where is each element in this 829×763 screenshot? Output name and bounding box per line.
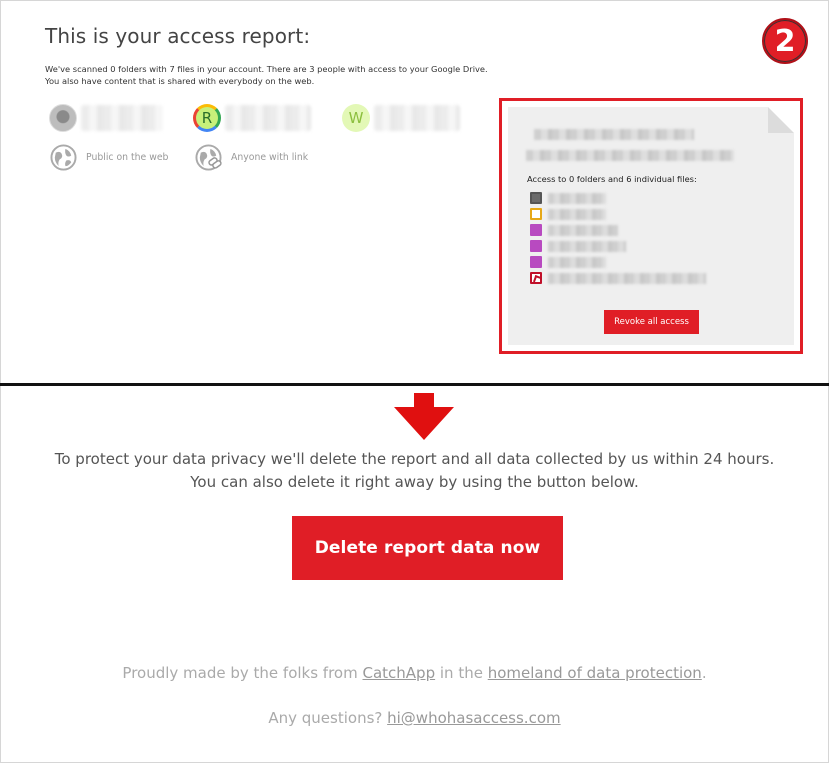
section-divider xyxy=(0,383,829,386)
globe-icon xyxy=(50,144,77,171)
catchapp-link[interactable]: CatchApp xyxy=(363,664,436,682)
slides-icon xyxy=(530,208,542,220)
privacy-notice: To protect your data privacy we'll delet… xyxy=(0,448,829,494)
file-item[interactable] xyxy=(530,240,626,252)
file-name-redacted xyxy=(548,272,706,284)
image-icon xyxy=(530,224,542,236)
file-item[interactable] xyxy=(530,272,706,284)
person-name-redacted xyxy=(81,105,163,131)
homeland-link[interactable]: homeland of data protection xyxy=(488,664,702,682)
file-name-redacted xyxy=(548,224,618,236)
person-name-redacted xyxy=(374,105,460,131)
scan-summary: We've scanned 0 folders with 7 files in … xyxy=(45,63,488,87)
footer-made-prefix: Proudly made by the folks from xyxy=(122,664,363,682)
footer-made-middle: in the xyxy=(435,664,488,682)
file-name-redacted xyxy=(548,256,606,268)
globe-link-icon xyxy=(195,144,222,171)
avatar: R xyxy=(193,104,221,132)
step-badge: 2 xyxy=(762,18,808,64)
avatar: W xyxy=(342,104,370,132)
footer-credits: Proudly made by the folks from CatchApp … xyxy=(0,664,829,682)
footer-made-suffix: . xyxy=(701,664,707,682)
person-item[interactable]: R xyxy=(193,104,311,132)
pdf-icon xyxy=(530,272,542,284)
person-item[interactable]: W xyxy=(342,104,460,132)
file-name-redacted xyxy=(548,240,626,252)
file-item[interactable] xyxy=(530,256,606,268)
page-title: This is your access report: xyxy=(45,24,311,48)
summary-line-2: You also have content that is shared wit… xyxy=(45,76,315,86)
email-link[interactable]: hi@whohasaccess.com xyxy=(387,709,561,727)
file-item[interactable] xyxy=(530,224,618,236)
access-report-panel: This is your access report: We've scanne… xyxy=(0,0,829,384)
access-count-text: Access to 0 folders and 6 individual fil… xyxy=(527,174,697,184)
public-on-web-item[interactable]: Public on the web xyxy=(50,144,168,171)
doc-icon xyxy=(530,192,542,204)
file-name-redacted xyxy=(548,208,606,220)
anonymous-avatar-icon xyxy=(49,104,77,132)
file-name-redacted xyxy=(548,192,606,204)
file-item[interactable] xyxy=(530,192,606,204)
public-on-web-label: Public on the web xyxy=(86,152,169,163)
card-title-redacted xyxy=(534,129,694,140)
anyone-with-link-item[interactable]: Anyone with link xyxy=(195,144,308,171)
card-body: Access to 0 folders and 6 individual fil… xyxy=(508,107,794,345)
anyone-with-link-label: Anyone with link xyxy=(231,152,309,163)
footer-questions: Any questions? hi@whohasaccess.com xyxy=(0,709,829,727)
notice-line-2: You can also delete it right away by usi… xyxy=(190,473,639,491)
person-item[interactable] xyxy=(49,104,163,132)
revoke-all-access-button[interactable]: Revoke all access xyxy=(604,310,699,334)
page-fold-icon xyxy=(768,107,794,133)
shared-files-card: Access to 0 folders and 6 individual fil… xyxy=(499,98,803,354)
person-name-redacted xyxy=(225,105,311,131)
card-subtitle-redacted xyxy=(526,150,734,161)
arrow-down-icon xyxy=(394,393,454,440)
delete-report-button[interactable]: Delete report data now xyxy=(292,516,563,580)
notice-line-1: To protect your data privacy we'll delet… xyxy=(54,450,775,468)
summary-line-1: We've scanned 0 folders with 7 files in … xyxy=(45,64,488,74)
image-icon xyxy=(530,240,542,252)
file-item[interactable] xyxy=(530,208,606,220)
questions-prefix: Any questions? xyxy=(268,709,388,727)
image-icon xyxy=(530,256,542,268)
